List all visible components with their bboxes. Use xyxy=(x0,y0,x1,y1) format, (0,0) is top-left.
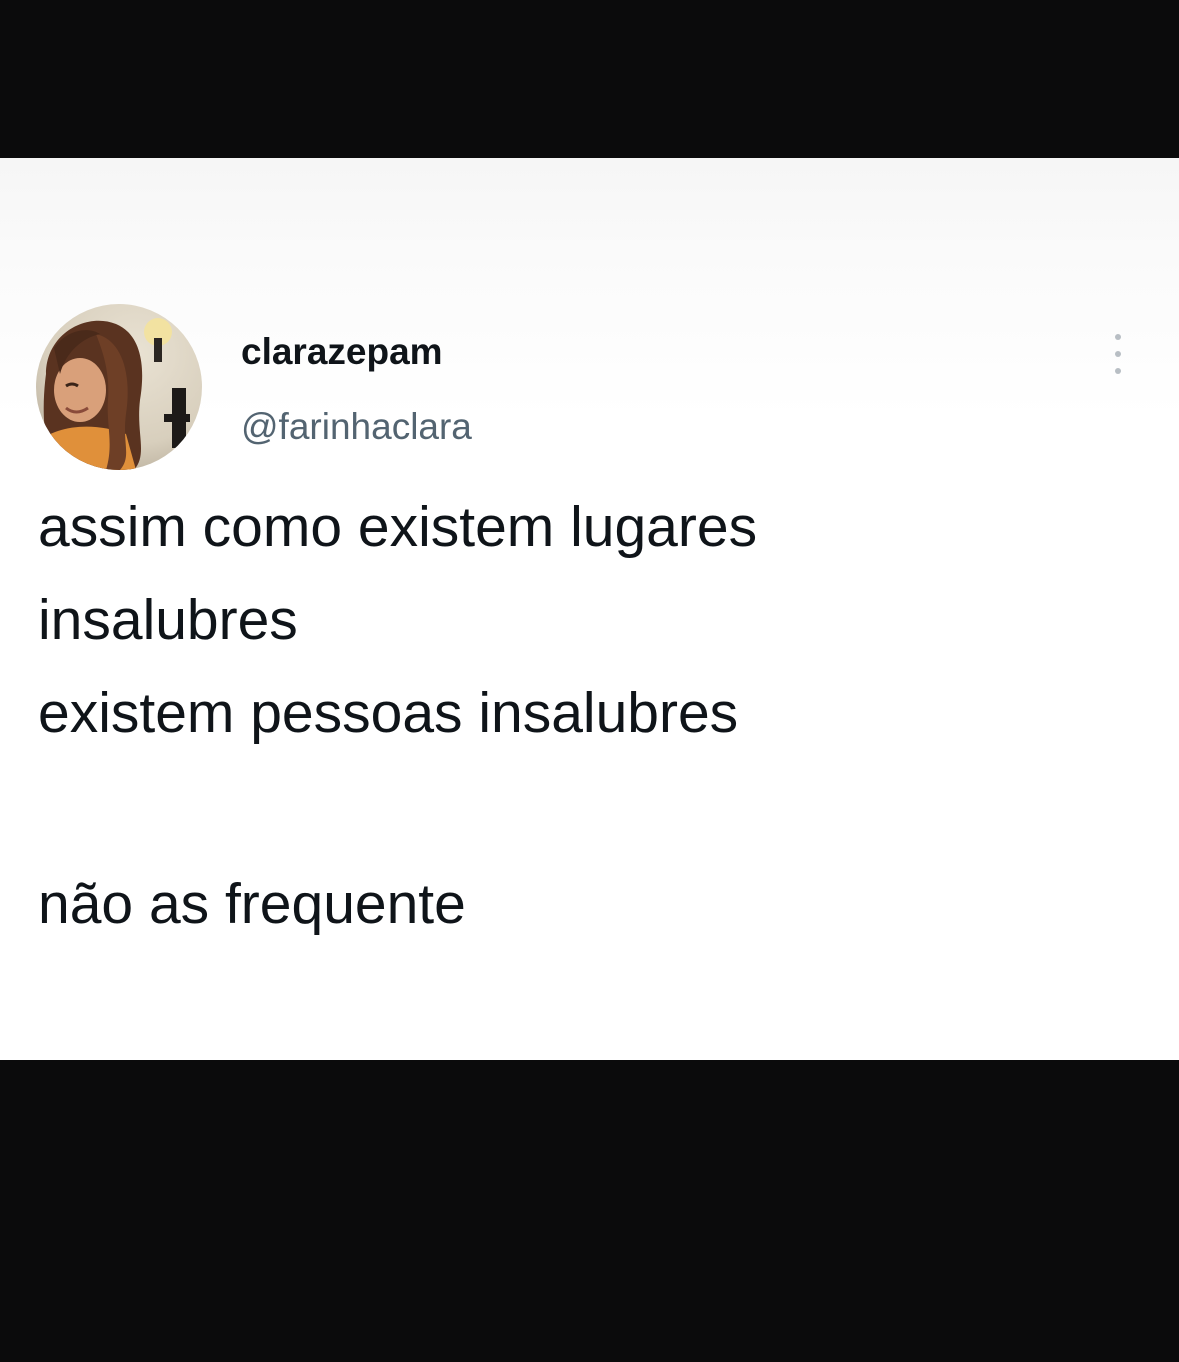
more-vertical-icon-dot-1 xyxy=(1115,334,1121,340)
tweet-text-line-2: insalubres xyxy=(38,588,298,652)
avatar-photo-icon xyxy=(36,304,202,470)
tweet-text-line-3: existem pessoas insalubres xyxy=(38,681,739,745)
tweet-text-line-4: não as frequente xyxy=(38,872,466,936)
tweet-card[interactable]: clarazepam @farinhaclara assim como exis… xyxy=(0,158,1179,1060)
author-display-name[interactable]: clarazepam xyxy=(241,330,443,374)
author-avatar[interactable] xyxy=(36,304,202,470)
author-handle[interactable]: @farinhaclara xyxy=(241,405,472,449)
more-options-button[interactable] xyxy=(1104,330,1132,378)
tweet-text-line-1: assim como existem lugares xyxy=(38,495,758,559)
more-vertical-icon-dot-2 xyxy=(1115,351,1121,357)
screenshot-frame: clarazepam @farinhaclara assim como exis… xyxy=(0,0,1179,1362)
more-vertical-icon-dot-3 xyxy=(1115,368,1121,374)
